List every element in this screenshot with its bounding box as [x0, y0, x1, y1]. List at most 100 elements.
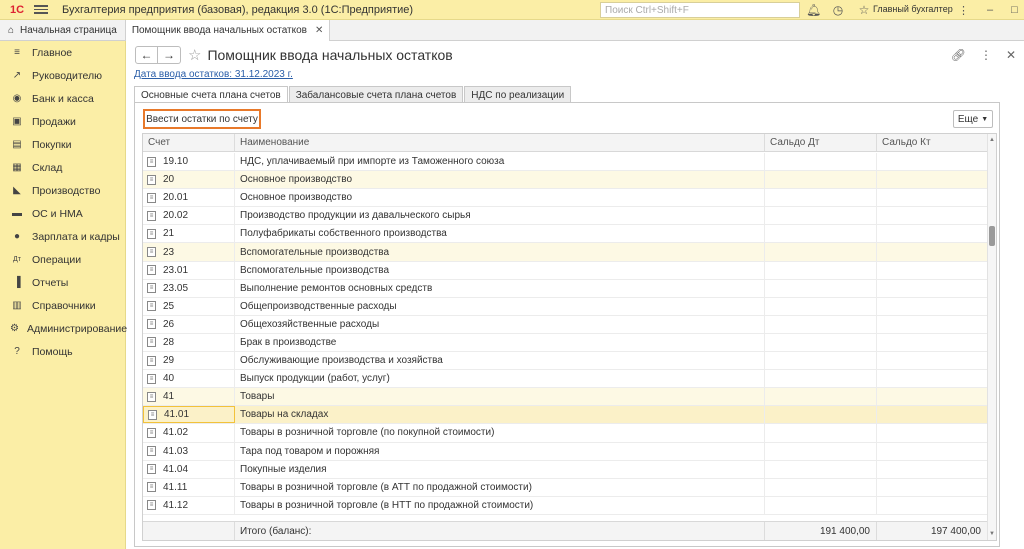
table-row[interactable]: ≡ 41.01 Товары на складах: [143, 406, 988, 425]
cell-account[interactable]: ≡ 28: [143, 333, 235, 352]
sidebar-item-director[interactable]: ↗ Руководителю: [0, 64, 125, 87]
cell-name[interactable]: НДС, уплачиваемый при импорте из Таможен…: [235, 153, 765, 171]
cell-account[interactable]: ≡ 41.01: [143, 406, 235, 424]
favorites-star-icon[interactable]: ☆: [858, 3, 870, 17]
cell-credit[interactable]: [877, 478, 988, 496]
close-tab-icon[interactable]: ✕: [315, 25, 323, 36]
cell-name[interactable]: Товары в розничной торговле (в НТТ по пр…: [235, 496, 765, 514]
sidebar-item-main[interactable]: ≡ Главное: [0, 41, 125, 64]
table-row[interactable]: ≡ 41 Товары: [143, 388, 988, 407]
tab-opening-balances[interactable]: Помощник ввода начальных остатков ✕: [125, 20, 331, 41]
cell-account[interactable]: ≡ 20: [143, 171, 235, 189]
table-row[interactable]: ≡ 21 Полуфабрикаты собственного производст…: [143, 225, 988, 244]
cell-debit[interactable]: [765, 171, 877, 189]
cell-credit[interactable]: [877, 261, 988, 279]
cell-debit[interactable]: [765, 207, 877, 225]
cell-account[interactable]: ≡ 21: [143, 225, 235, 243]
sidebar-item-salary[interactable]: ● Зарплата и кадры: [0, 225, 125, 248]
cell-account[interactable]: ≡ 23.01: [143, 261, 235, 279]
table-row[interactable]: ≡ 41.04 Покупные изделия: [143, 460, 988, 479]
sidebar-item-purchases[interactable]: ▤ Покупки: [0, 133, 125, 156]
balance-date-link[interactable]: Дата ввода остатков: 31.12.2023 г.: [134, 69, 293, 80]
sidebar-item-operations[interactable]: Дт Операции: [0, 248, 125, 271]
scrollbar-thumb[interactable]: [989, 226, 995, 246]
cell-credit[interactable]: [877, 153, 988, 171]
cell-debit[interactable]: [765, 261, 877, 279]
cell-account[interactable]: ≡ 26: [143, 315, 235, 333]
cell-credit[interactable]: [877, 207, 988, 225]
tab-home[interactable]: ⌂ Начальная страница: [0, 20, 126, 41]
cell-name[interactable]: Производство продукции из давальческого …: [235, 207, 765, 225]
cell-name[interactable]: Товары в розничной торговле (в АТТ по пр…: [235, 478, 765, 496]
cell-credit[interactable]: [877, 388, 988, 406]
cell-name[interactable]: Выполнение ремонтов основных средств: [235, 279, 765, 297]
sidebar-item-fixed-assets[interactable]: ▬ ОС и НМА: [0, 202, 125, 225]
cell-credit[interactable]: [877, 406, 988, 424]
cell-account[interactable]: ≡ 41.11: [143, 478, 235, 496]
cell-account[interactable]: ≡ 40: [143, 370, 235, 388]
search-input[interactable]: [605, 4, 785, 16]
column-header-account[interactable]: Счет: [143, 134, 235, 151]
table-row[interactable]: ≡ 28 Брак в производстве: [143, 333, 988, 353]
cell-name[interactable]: Основное производство: [235, 189, 765, 207]
table-row[interactable]: ≡ 19.10 НДС, уплачиваемый при импорте из Т…: [143, 153, 988, 172]
cell-credit[interactable]: [877, 370, 988, 388]
cell-name[interactable]: Основное производство: [235, 171, 765, 189]
cell-debit[interactable]: [765, 243, 877, 261]
cell-debit[interactable]: [765, 388, 877, 406]
history-icon[interactable]: ◷: [832, 3, 844, 17]
column-header-credit[interactable]: Сальдо Кт: [877, 134, 988, 151]
cell-credit[interactable]: [877, 243, 988, 261]
sidebar-item-admin[interactable]: ⚙ Администрирование: [0, 317, 127, 340]
cell-debit[interactable]: [765, 406, 877, 424]
cell-credit[interactable]: [877, 315, 988, 333]
cell-account[interactable]: ≡ 23: [143, 243, 235, 261]
more-menu-icon[interactable]: ⋮: [958, 4, 969, 17]
tab-offbalance-accounts[interactable]: Забалансовые счета плана счетов: [288, 86, 464, 103]
tab-vat-sales[interactable]: НДС по реализации: [464, 86, 572, 103]
cell-account[interactable]: ≡ 41.12: [143, 496, 235, 514]
more-button[interactable]: Еще ▼: [953, 110, 993, 128]
minimize-icon[interactable]: –: [987, 4, 993, 16]
cell-account[interactable]: ≡ 41.02: [143, 424, 235, 442]
forward-button[interactable]: →: [158, 46, 181, 64]
table-scrollbar[interactable]: ▲ ▼: [987, 134, 996, 540]
back-button[interactable]: ←: [135, 46, 158, 64]
cell-debit[interactable]: [765, 460, 877, 478]
cell-name[interactable]: Покупные изделия: [235, 460, 765, 478]
scroll-up-icon[interactable]: ▲: [988, 136, 996, 144]
cell-credit[interactable]: [877, 496, 988, 514]
cell-credit[interactable]: [877, 424, 988, 442]
sidebar-item-catalogs[interactable]: ▥ Справочники: [0, 294, 125, 317]
sidebar-item-sales[interactable]: ▣ Продажи: [0, 110, 125, 133]
table-row[interactable]: ≡ 41.03 Тара под товаром и порожняя: [143, 442, 988, 461]
cell-name[interactable]: Общехозяйственные расходы: [235, 315, 765, 333]
cell-account[interactable]: ≡ 41.04: [143, 460, 235, 478]
column-header-name[interactable]: Наименование: [235, 134, 765, 151]
table-row[interactable]: ≡ 41.02 Товары в розничной торговле (по по…: [143, 424, 988, 443]
cell-credit[interactable]: [877, 279, 988, 297]
cell-debit[interactable]: [765, 315, 877, 333]
main-menu-icon[interactable]: [34, 5, 48, 14]
current-user[interactable]: Главный бухгалтер: [873, 4, 953, 14]
column-header-debit[interactable]: Сальдо Дт: [765, 134, 877, 151]
cell-credit[interactable]: [877, 442, 988, 460]
cell-name[interactable]: Выпуск продукции (работ, услуг): [235, 370, 765, 388]
cell-account[interactable]: ≡ 20.02: [143, 207, 235, 225]
cell-account[interactable]: ≡ 41.03: [143, 442, 235, 460]
cell-name[interactable]: Товары в розничной торговле (по покупной…: [235, 424, 765, 442]
cell-debit[interactable]: [765, 333, 877, 352]
cell-credit[interactable]: [877, 460, 988, 478]
cell-name[interactable]: Тара под товаром и порожняя: [235, 442, 765, 460]
sidebar-item-warehouse[interactable]: ▦ Склад: [0, 156, 125, 179]
table-row[interactable]: ≡ 20.01 Основное производство: [143, 189, 988, 208]
cell-account[interactable]: ≡ 25: [143, 297, 235, 315]
restore-icon[interactable]: □: [1011, 4, 1018, 16]
cell-debit[interactable]: [765, 153, 877, 171]
cell-credit[interactable]: [877, 225, 988, 243]
cell-credit[interactable]: [877, 297, 988, 315]
link-icon[interactable]: 🔗︎: [951, 48, 966, 62]
sidebar-item-production[interactable]: ◣ Производство: [0, 179, 125, 202]
form-close-icon[interactable]: ✕: [1006, 48, 1016, 62]
cell-name[interactable]: Общепроизводственные расходы: [235, 297, 765, 315]
